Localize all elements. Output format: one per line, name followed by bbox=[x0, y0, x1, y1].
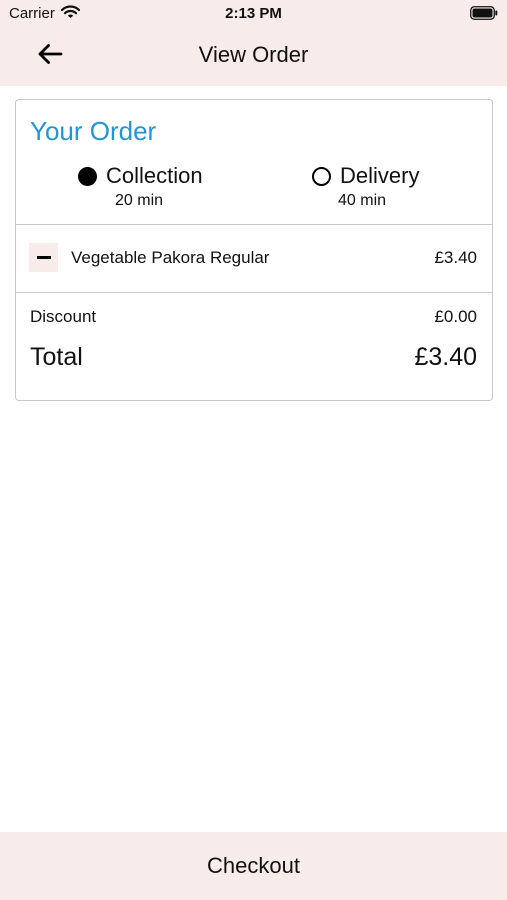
divider bbox=[16, 292, 492, 293]
status-bar: Carrier 2:13 PM bbox=[0, 0, 507, 28]
order-card: Your Order Collection 20 min Delivery 40… bbox=[15, 99, 493, 401]
navigation-bar: View Order bbox=[0, 28, 507, 86]
battery-icon bbox=[470, 6, 498, 25]
discount-value: £0.00 bbox=[434, 307, 477, 326]
collection-label: Collection bbox=[106, 163, 203, 188]
remove-item-button[interactable] bbox=[29, 243, 58, 272]
total-label: Total bbox=[30, 343, 83, 371]
total-value: £3.40 bbox=[414, 343, 477, 371]
radio-unselected-icon bbox=[312, 167, 331, 186]
radio-selected-icon bbox=[78, 167, 97, 186]
collection-time: 20 min bbox=[115, 192, 164, 209]
checkout-button[interactable]: Checkout bbox=[0, 832, 507, 900]
delivery-time: 40 min bbox=[338, 192, 387, 209]
status-time: 2:13 PM bbox=[225, 5, 282, 22]
checkout-label: Checkout bbox=[207, 853, 300, 878]
minus-icon bbox=[36, 256, 51, 259]
discount-label: Discount bbox=[30, 307, 97, 326]
page-title: View Order bbox=[198, 42, 309, 67]
order-title: Your Order bbox=[30, 116, 157, 146]
delivery-label: Delivery bbox=[340, 163, 420, 188]
item-name: Vegetable Pakora Regular bbox=[71, 248, 270, 267]
divider bbox=[16, 224, 492, 225]
item-price: £3.40 bbox=[434, 248, 477, 267]
